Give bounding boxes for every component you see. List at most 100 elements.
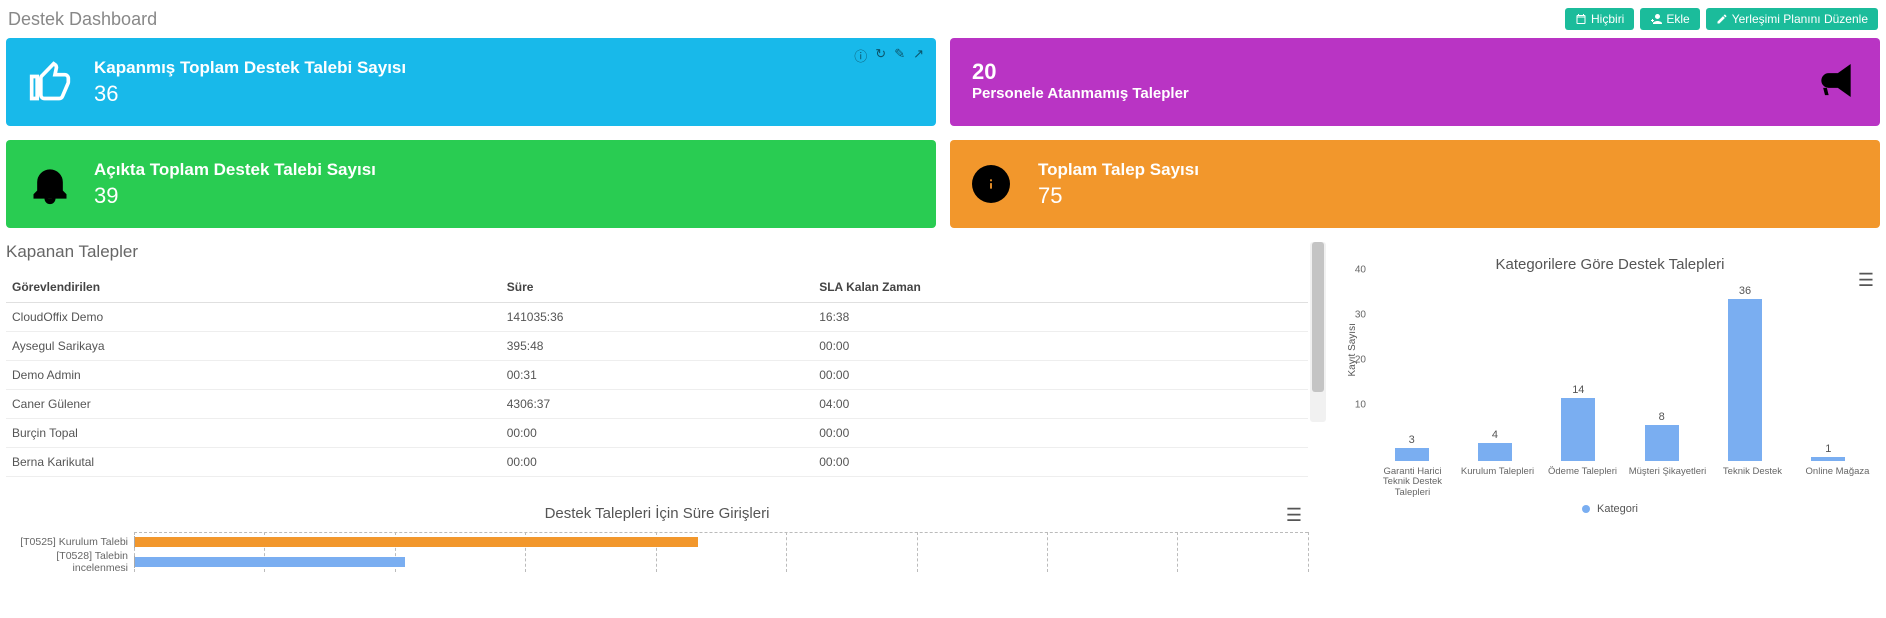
none-button-label: Hiçbiri	[1591, 12, 1624, 26]
cell-duration: 141035:36	[501, 303, 813, 332]
table-row[interactable]: Aysegul Sarikaya395:4800:00	[6, 332, 1308, 361]
edit-layout-button-label: Yerleşimi Planını Düzenle	[1732, 12, 1868, 26]
barchart-legend: Kategori	[1340, 503, 1880, 515]
barchart-title: Kategorilere Göre Destek Talepleri	[1340, 256, 1880, 273]
body-row: Kapanan Talepler Görevlendirilen Süre SL…	[0, 228, 1886, 572]
gantt-row-label: [T0525] Kurulum Talebi	[6, 536, 134, 548]
gantt-row: [T0528] Talebin incelenmesi	[6, 552, 1308, 572]
tile-open-text: Açıkta Toplam Destek Talebi Sayısı 39	[94, 160, 376, 209]
tile-total-value: 75	[1038, 183, 1199, 209]
th-duration[interactable]: Süre	[501, 272, 813, 303]
table-row[interactable]: CloudOffix Demo141035:3616:38	[6, 303, 1308, 332]
edit-icon[interactable]: ✎	[894, 46, 905, 65]
gantt-row: [T0525] Kurulum Talebi	[6, 532, 1308, 552]
cell-sla: 16:38	[813, 303, 1308, 332]
cell-sla: 00:00	[813, 448, 1308, 477]
calendar-icon	[1575, 13, 1587, 25]
bar-category-label: Teknik Destek	[1710, 467, 1795, 493]
bar-value-label: 3	[1409, 434, 1415, 446]
bar[interactable]	[1728, 299, 1762, 461]
table-row[interactable]: Demo Admin00:3100:00	[6, 361, 1308, 390]
closed-table-title: Kapanan Talepler	[6, 242, 1308, 262]
bar-category-label: Garanti Harici Teknik Destek Talepleri	[1370, 467, 1455, 493]
th-sla[interactable]: SLA Kalan Zaman	[813, 272, 1308, 303]
bar-value-label: 1	[1825, 443, 1831, 455]
info-icon[interactable]: ⓘ	[854, 46, 867, 65]
none-button[interactable]: Hiçbiri	[1565, 8, 1634, 30]
y-tick: 40	[1355, 265, 1366, 276]
y-tick: 20	[1355, 355, 1366, 366]
tile-unassigned-tickets[interactable]: 20 Personele Atanmamış Talepler	[950, 38, 1880, 126]
cell-sla: 00:00	[813, 361, 1308, 390]
pencil-icon	[1716, 13, 1728, 25]
info-circle-icon	[972, 165, 1010, 203]
cell-duration: 395:48	[501, 332, 813, 361]
header-actions: Hiçbiri Ekle Yerleşimi Planını Düzenle	[1565, 8, 1878, 30]
add-button[interactable]: Ekle	[1640, 8, 1699, 30]
right-column: Kategorilere Göre Destek Talepleri ☰ Kay…	[1340, 242, 1880, 515]
cell-assignee: Berna Karikutal	[6, 448, 501, 477]
y-axis-label: Kayıt Sayısı	[1347, 323, 1358, 376]
page-header: Destek Dashboard Hiçbiri Ekle Yerleşimi …	[0, 0, 1886, 38]
tile-closed-text: Kapanmış Toplam Destek Talebi Sayısı 36	[94, 58, 406, 107]
th-assignee[interactable]: Görevlendirilen	[6, 272, 501, 303]
bar-group: 1	[1787, 443, 1870, 462]
tile-unassigned-text: 20 Personele Atanmamış Talepler	[972, 59, 1189, 105]
gantt-row-label: [T0528] Talebin incelenmesi	[6, 550, 134, 574]
bar[interactable]	[1811, 457, 1845, 462]
y-axis: Kayıt Sayısı 10203040	[1340, 281, 1370, 461]
cell-duration: 4306:37	[501, 390, 813, 419]
add-user-icon	[1650, 13, 1662, 25]
legend-dot	[1582, 505, 1590, 513]
cell-duration: 00:00	[501, 448, 813, 477]
y-tick: 30	[1355, 310, 1366, 321]
tile-open-tickets[interactable]: Açıkta Toplam Destek Talebi Sayısı 39	[6, 140, 936, 228]
bar-group: 3	[1370, 434, 1453, 462]
tiles-grid: ⓘ ↻ ✎ ↗ Kapanmış Toplam Destek Talebi Sa…	[0, 38, 1886, 228]
external-icon[interactable]: ↗	[913, 46, 924, 65]
table-row[interactable]: Berna Karikutal00:0000:00	[6, 448, 1308, 477]
bar-group: 36	[1703, 285, 1786, 461]
bar-category-label: Kurulum Talepleri	[1455, 467, 1540, 493]
bell-icon	[28, 162, 72, 206]
bar-value-label: 14	[1572, 384, 1584, 396]
bar-value-label: 8	[1659, 411, 1665, 423]
cell-duration: 00:00	[501, 419, 813, 448]
bar[interactable]	[1478, 443, 1512, 461]
barchart-categories: Garanti Harici Teknik Destek TalepleriKu…	[1340, 461, 1880, 493]
refresh-icon[interactable]: ↻	[875, 46, 886, 65]
tile-total-tickets[interactable]: Toplam Talep Sayısı 75	[950, 140, 1880, 228]
edit-layout-button[interactable]: Yerleşimi Planını Düzenle	[1706, 8, 1878, 30]
bar-category-label: Online Mağaza	[1795, 467, 1880, 493]
y-tick: 10	[1355, 400, 1366, 411]
scrollbar-thumb[interactable]	[1312, 242, 1324, 392]
table-row[interactable]: Caner Gülener4306:3704:00	[6, 390, 1308, 419]
megaphone-icon	[1814, 59, 1858, 106]
tile-closed-value: 36	[94, 81, 406, 107]
page-title: Destek Dashboard	[8, 9, 157, 30]
cell-assignee: Aysegul Sarikaya	[6, 332, 501, 361]
table-row[interactable]: Burçin Topal00:0000:00	[6, 419, 1308, 448]
cell-assignee: Burçin Topal	[6, 419, 501, 448]
add-button-label: Ekle	[1666, 12, 1689, 26]
table-header-row: Görevlendirilen Süre SLA Kalan Zaman	[6, 272, 1308, 303]
cell-assignee: CloudOffix Demo	[6, 303, 501, 332]
bar[interactable]	[1395, 448, 1429, 462]
legend-label: Kategori	[1597, 503, 1638, 515]
tile-closed-tickets[interactable]: ⓘ ↻ ✎ ↗ Kapanmış Toplam Destek Talebi Sa…	[6, 38, 936, 126]
tile-total-text: Toplam Talep Sayısı 75	[1038, 160, 1199, 209]
gantt-bar[interactable]	[135, 557, 405, 567]
closed-tickets-table: Görevlendirilen Süre SLA Kalan Zaman Clo…	[6, 272, 1308, 477]
cell-sla: 00:00	[813, 419, 1308, 448]
tile-hover-actions: ⓘ ↻ ✎ ↗	[854, 46, 924, 65]
bar-group: 4	[1453, 429, 1536, 461]
gantt-menu-icon[interactable]: ☰	[1286, 505, 1302, 526]
cell-sla: 04:00	[813, 390, 1308, 419]
bar[interactable]	[1645, 425, 1679, 461]
bar-group: 8	[1620, 411, 1703, 461]
vertical-scrollbar[interactable]	[1310, 242, 1326, 422]
bar[interactable]	[1561, 398, 1595, 461]
bar-group: 14	[1537, 384, 1620, 461]
gantt-bar[interactable]	[135, 537, 698, 547]
category-bar-chart: Kategorilere Göre Destek Talepleri ☰ Kay…	[1340, 256, 1880, 515]
